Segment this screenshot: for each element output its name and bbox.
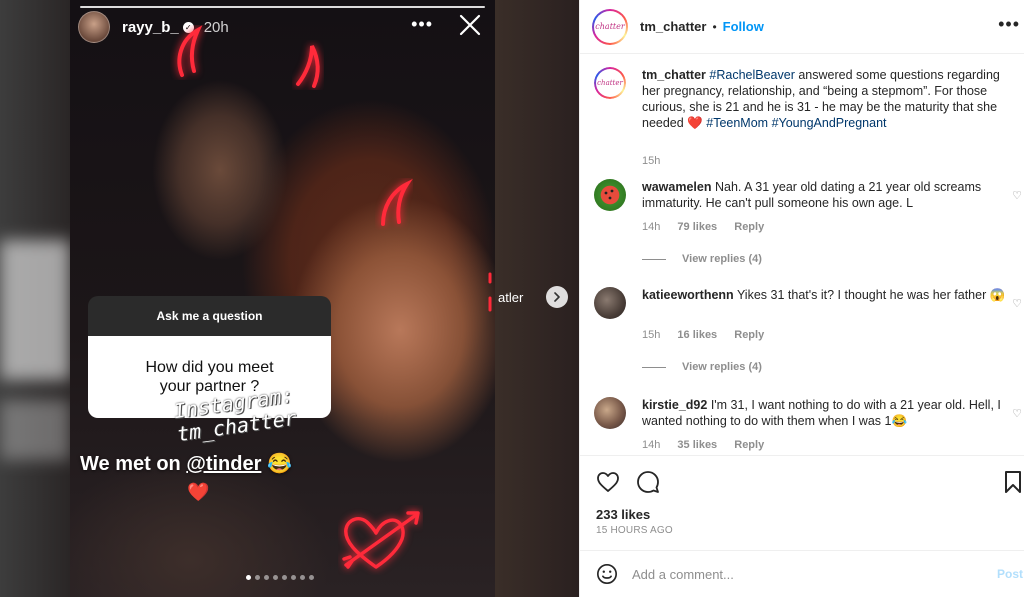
post-caption: chatter tm_chatter #RachelBeaver answere…: [594, 67, 1022, 167]
hashtag-link[interactable]: #TeenMom: [706, 116, 768, 130]
post-comment-button[interactable]: Post: [997, 567, 1023, 581]
story-avatar: [78, 11, 110, 43]
view-replies-label: View replies (4): [682, 361, 762, 373]
like-comment-icon[interactable]: ♡: [1012, 407, 1022, 420]
comment-text: katieeworthenn Yikes 31 that's it? I tho…: [642, 287, 1008, 303]
post-header: chatter tm_chatter • Follow •••: [580, 0, 1024, 54]
view-replies-label: View replies (4): [682, 253, 762, 265]
comment-username[interactable]: katieeworthenn: [642, 288, 734, 302]
comment-item: katieeworthenn Yikes 31 that's it? I tho…: [594, 287, 1022, 377]
author-avatar[interactable]: chatter: [592, 8, 628, 45]
action-icons: [596, 470, 660, 494]
carousel-dot: [246, 575, 251, 580]
caption-prefix: We met on: [80, 453, 187, 475]
caption-time: 15h: [642, 155, 661, 167]
reply-button[interactable]: Reply: [734, 439, 764, 451]
follow-button[interactable]: Follow: [723, 19, 764, 34]
caption-mention: @tinder: [186, 453, 262, 475]
instagram-post-modal: rayy_b_ ✓ 20h ••• Ask me a question How …: [0, 0, 1024, 597]
comment-likes[interactable]: 16 likes: [677, 329, 717, 341]
caption-username[interactable]: tm_chatter: [642, 68, 706, 82]
comment-time: 15h: [642, 329, 661, 341]
story-progress-bar: [80, 6, 485, 8]
carousel-dot: [264, 575, 269, 580]
carousel-dot: [273, 575, 278, 580]
separator: •: [712, 19, 717, 34]
question-header: Ask me a question: [88, 296, 331, 336]
comment-item: kirstie_d92 I'm 31, I want nothing to do…: [594, 397, 1022, 455]
comment-text: kirstie_d92 I'm 31, I want nothing to do…: [642, 397, 1008, 429]
next-button[interactable]: [546, 286, 568, 308]
more-icon: •••: [411, 14, 433, 34]
reply-button[interactable]: Reply: [734, 329, 764, 341]
view-replies-button[interactable]: View replies (4): [642, 253, 762, 265]
emoji-icon[interactable]: [596, 563, 618, 585]
like-comment-icon[interactable]: ♡: [1012, 297, 1022, 310]
commenter-avatar[interactable]: [594, 287, 626, 319]
post-panel: chatter tm_chatter • Follow ••• chatter …: [579, 0, 1024, 597]
reply-button[interactable]: Reply: [734, 221, 764, 233]
neon-horn-right-sticker: [296, 45, 320, 88]
comment-likes[interactable]: 35 likes: [677, 439, 717, 451]
more-options-icon[interactable]: •••: [998, 14, 1020, 35]
bookmark-icon[interactable]: [1003, 470, 1023, 494]
post-timestamp: 15 HOURS AGO: [596, 525, 673, 536]
carousel-dot: [300, 575, 305, 580]
hashtag-link[interactable]: #YoungAndPregnant: [772, 116, 887, 130]
story-header: rayy_b_ ✓ 20h •••: [78, 10, 485, 44]
commenter-avatar[interactable]: [594, 179, 626, 211]
carousel-dot: [282, 575, 287, 580]
caption-avatar[interactable]: chatter: [594, 67, 626, 99]
adjacent-post-preview-left: [0, 0, 70, 597]
hashtag-link[interactable]: #RachelBeaver: [709, 68, 794, 82]
carousel-dots: [246, 575, 314, 580]
like-comment-icon[interactable]: ♡: [1012, 189, 1022, 202]
add-comment-bar: Add a comment... Post: [580, 550, 1024, 597]
comments-list: chatter tm_chatter #RachelBeaver answere…: [580, 55, 1024, 455]
story-caption: We met on @tinder 😂: [80, 451, 292, 476]
comment-meta: 15h 16 likes Reply: [642, 329, 778, 341]
add-comment-input[interactable]: Add a comment...: [632, 567, 734, 582]
view-replies-button[interactable]: View replies (4): [642, 361, 762, 373]
comment-item: wawamelen Nah. A 31 year old dating a 21…: [594, 179, 1022, 269]
close-icon: [459, 14, 481, 36]
heart-icon[interactable]: [596, 470, 620, 494]
comment-text: wawamelen Nah. A 31 year old dating a 21…: [642, 179, 1008, 211]
comment-time: 14h: [642, 221, 661, 233]
caption-emoji: 😂: [266, 453, 292, 475]
carousel-dot: [255, 575, 260, 580]
caption-heart: ❤️: [687, 116, 703, 130]
post-actions: 233 likes 15 HOURS AGO: [580, 455, 1024, 550]
neon-edge-sticker: [488, 272, 492, 312]
author-username[interactable]: tm_chatter: [640, 19, 706, 34]
comment-username[interactable]: kirstie_d92: [642, 398, 707, 412]
comment-content: Yikes 31 that's it? I thought he was her…: [736, 288, 1006, 302]
story-screenshot: rayy_b_ ✓ 20h ••• Ask me a question How …: [70, 0, 495, 597]
carousel-dot: [291, 575, 296, 580]
comment-likes[interactable]: 79 likes: [677, 221, 717, 233]
comment-meta: 14h 35 likes Reply: [642, 439, 778, 451]
carousel-dot: [309, 575, 314, 580]
commenter-avatar[interactable]: [594, 397, 626, 429]
avatar-logo-text: chatter: [595, 22, 625, 31]
comment-time: 14h: [642, 439, 661, 451]
comment-username[interactable]: wawamelen: [642, 180, 711, 194]
media-viewer: rayy_b_ ✓ 20h ••• Ask me a question How …: [0, 0, 579, 597]
likes-count[interactable]: 233 likes: [596, 507, 650, 522]
comment-icon[interactable]: [636, 470, 660, 494]
neon-horn-third-sticker: [381, 178, 413, 226]
comment-meta: 14h 79 likes Reply: [642, 221, 778, 233]
heart-emoji: ❤️: [187, 482, 210, 502]
caption-avatar-text: chatter: [597, 79, 623, 87]
chevron-right-icon: [554, 292, 560, 302]
neon-heart-arrow-sticker: [342, 511, 420, 569]
watermelon-avatar-icon: [604, 189, 614, 200]
caption-text: tm_chatter #RachelBeaver answered some q…: [642, 67, 1008, 131]
neon-horn-left-sticker: [177, 25, 203, 77]
adjacent-post-text: atler: [498, 290, 524, 305]
